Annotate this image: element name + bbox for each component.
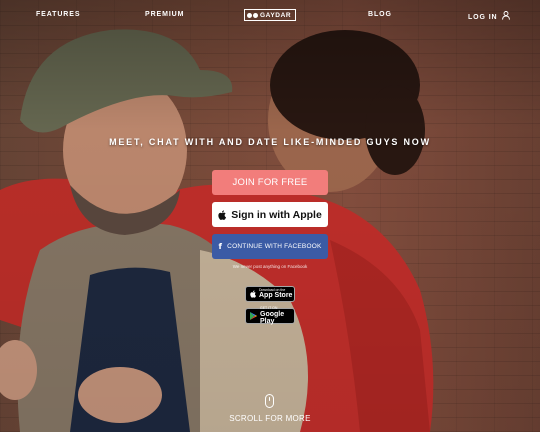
apple-button-label: Sign in with Apple [231, 208, 322, 221]
facebook-button-label: CONTINUE WITH FACEBOOK [227, 243, 322, 250]
google-play-badge-big: Google Play [260, 310, 285, 325]
join-for-free-button[interactable]: JOIN FOR FREE [212, 170, 328, 195]
logo-text: GAYDAR [260, 11, 292, 19]
login-label: LOG IN [468, 14, 498, 21]
top-nav: FEATURES PREMIUM GAYDAR BLOG LOG IN [0, 0, 540, 30]
google-play-icon [250, 312, 257, 320]
facebook-icon: f [218, 242, 223, 251]
app-store-badge-big: App Store [259, 292, 293, 300]
facebook-disclaimer: We never post anything on Facebook [232, 264, 308, 269]
sign-in-with-apple-button[interactable]: Sign in with Apple [212, 202, 328, 227]
nav-link-login[interactable]: LOG IN [468, 11, 511, 21]
nav-link-blog[interactable]: BLOG [368, 11, 392, 18]
continue-with-facebook-button[interactable]: f CONTINUE WITH FACEBOOK [212, 234, 328, 259]
logo-dots-icon [247, 12, 258, 18]
hero-headline: MEET, CHAT WITH AND DATE LIKE-MINDED GUY… [109, 137, 431, 147]
gaydar-logo[interactable]: GAYDAR [244, 9, 296, 21]
apple-icon [218, 209, 227, 220]
mouse-icon[interactable] [265, 394, 274, 408]
user-icon [502, 11, 511, 20]
google-play-badge[interactable]: GET IT ON Google Play [245, 307, 295, 325]
app-store-badge-text: Download on the App Store [259, 288, 293, 300]
google-play-badge-text: GET IT ON Google Play [260, 307, 294, 325]
nav-link-features[interactable]: FEATURES [36, 11, 80, 18]
app-store-badge[interactable]: Download on the App Store [245, 286, 295, 302]
nav-link-premium[interactable]: PREMIUM [145, 11, 184, 18]
apple-icon [250, 290, 256, 298]
scroll-for-more-link[interactable]: SCROLL FOR MORE [210, 414, 330, 423]
